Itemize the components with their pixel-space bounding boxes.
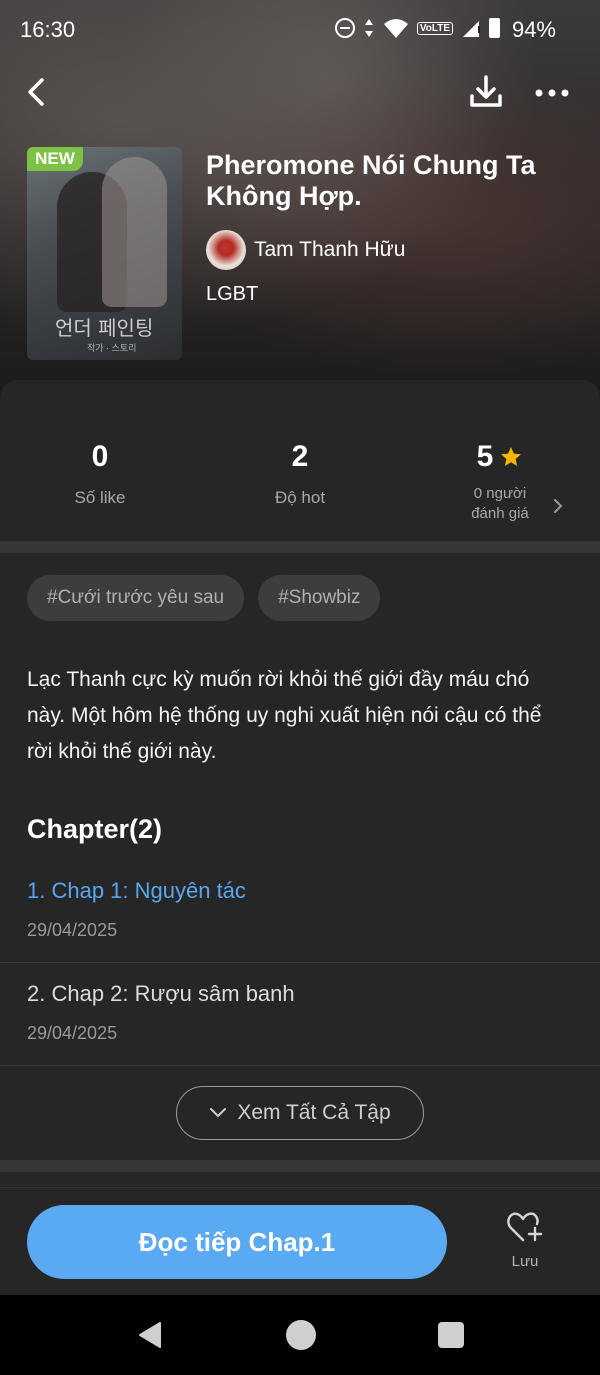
author-avatar	[206, 230, 246, 270]
likes-count: 0	[91, 440, 109, 473]
stat-likes: 0 Số like	[0, 440, 200, 508]
author-name: Tam Thanh Hữu	[254, 238, 406, 261]
chapter-title: 2. Chap 2: Rượu sâm banh	[27, 981, 295, 1006]
section-divider	[0, 1160, 600, 1172]
chevron-right-icon[interactable]	[552, 498, 564, 514]
battery-percent: 94%	[511, 17, 556, 42]
comic-cover[interactable]: 언더 페인팅 작가 · 스토리	[27, 147, 182, 360]
download-button[interactable]	[466, 72, 506, 112]
likes-label: Số like	[74, 488, 126, 507]
cover-title: 언더 페인팅	[55, 316, 154, 340]
section-divider	[0, 541, 600, 553]
status-icons: VoLTE	[334, 17, 500, 39]
signal-icon	[463, 21, 480, 37]
cover-figure	[102, 157, 167, 307]
hot-count: 2	[291, 440, 309, 473]
volte-badge: VoLTE	[416, 21, 453, 35]
data-arrows-icon	[364, 19, 373, 37]
chapter-item[interactable]: 1. Chap 1: Nguyên tác 29/04/2025	[0, 860, 600, 963]
genre-label: LGBT	[206, 283, 259, 305]
status-bar: 16:30 VoLTE 94%	[0, 0, 600, 60]
tag-chip[interactable]: #Showbiz	[258, 575, 381, 621]
nav-home-icon[interactable]	[286, 1320, 316, 1350]
tag-chip[interactable]: #Cưới trước yêu sau	[27, 575, 245, 621]
chapter-date: 29/04/2025	[27, 1023, 118, 1043]
continue-reading-button[interactable]: Đọc tiếp Chap.1	[27, 1205, 447, 1279]
description: Lạc Thanh cực kỳ muốn rời khỏi thế giới …	[27, 668, 542, 763]
new-badge: NEW	[27, 147, 83, 171]
see-all-chapters-button[interactable]: Xem Tất Cả Tập	[176, 1086, 424, 1140]
stat-hot: 2 Độ hot	[200, 440, 400, 508]
status-time: 16:30	[20, 17, 76, 42]
comic-title: Pheromone Nói Chung Ta Không Hợp.	[206, 150, 536, 211]
cover-subtitle: 작가 · 스토리	[87, 343, 137, 353]
hot-label: Độ hot	[274, 488, 326, 507]
chapter-date: 29/04/2025	[27, 920, 118, 940]
see-all-label: Xem Tất Cả Tập	[237, 1101, 391, 1124]
back-button[interactable]	[20, 74, 56, 110]
chevron-left-icon	[28, 78, 44, 106]
download-icon	[470, 75, 502, 107]
save-button[interactable]: Lưu	[495, 1210, 555, 1280]
chevron-down-icon	[210, 1108, 227, 1118]
rating-label-text: đánh giá	[471, 505, 529, 522]
wifi-icon	[383, 19, 408, 38]
more-options-button[interactable]	[532, 78, 572, 108]
rating-value-row: 5	[400, 440, 600, 474]
rating-label: 0 người đánh giá	[400, 484, 600, 524]
save-label: Lưu	[511, 1253, 539, 1270]
stats-row: 0 Số like 2 Độ hot 5 0 người đánh giá	[0, 440, 600, 530]
chapter-title: 1. Chap 1: Nguyên tác	[27, 878, 246, 903]
chapter-item[interactable]: 2. Chap 2: Rượu sâm banh 29/04/2025	[0, 963, 600, 1066]
chapter-heading: Chapter(2)	[27, 814, 163, 844]
tag-list: #Cưới trước yêu sau #Showbiz	[27, 575, 381, 621]
rating-value: 5	[476, 440, 494, 473]
more-horizontal-icon	[535, 89, 569, 97]
nav-recents-icon[interactable]	[438, 1322, 464, 1348]
heart-add-icon	[507, 1212, 543, 1242]
stat-rating[interactable]: 5 0 người đánh giá	[400, 440, 600, 524]
do-not-disturb-icon	[334, 18, 355, 38]
rating-count: 0 người	[473, 485, 527, 502]
list-divider	[0, 1065, 600, 1066]
battery-icon	[489, 18, 500, 38]
author-link[interactable]: Tam Thanh Hữu	[206, 230, 405, 270]
nav-back-icon[interactable]	[136, 1320, 166, 1350]
star-icon	[501, 447, 522, 466]
